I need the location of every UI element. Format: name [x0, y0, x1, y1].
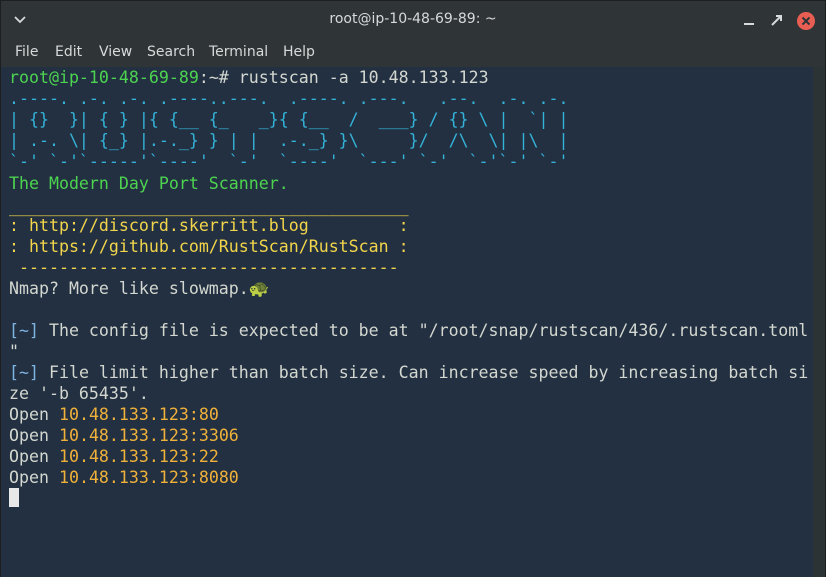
prompt-separator: :~# [198, 68, 239, 87]
rule-top: ________________________________________ [9, 197, 409, 216]
open-label: Open [9, 426, 49, 445]
open-label: Open [9, 468, 49, 487]
command-line: root@ip-10-48-69-89:~# rustscan -a 10.48… [9, 67, 489, 88]
tagline: The Modern Day Port Scanner. [9, 174, 289, 193]
menu-help[interactable]: Help [283, 44, 315, 60]
terminal-output[interactable]: root@ip-10-48-69-89:~# rustscan -a 10.48… [1, 67, 813, 577]
open-port-line: Open 10.48.133.123:8080 [9, 467, 239, 488]
close-icon [801, 16, 811, 26]
open-label: Open [9, 447, 49, 466]
open-port: 10.48.133.123:3306 [58, 426, 239, 445]
nmap-quip: Nmap? More like slowmap.🐢 [9, 278, 269, 299]
discord-link: : http://discord.skerritt.blog : [9, 216, 409, 235]
file-limit-wrap: ze '-b 65435'. [9, 384, 149, 403]
open-port: 10.48.133.123:80 [58, 405, 219, 424]
nmap-text: Nmap? More like slowmap. [9, 279, 249, 298]
command-text: rustscan -a 10.48.133.123 [238, 68, 489, 87]
scrollbar[interactable] [813, 67, 825, 577]
title-bar[interactable]: root@ip-10-48-69-89: ~ [1, 1, 825, 39]
menu-terminal[interactable]: Terminal [209, 44, 268, 60]
open-port: 10.48.133.123:8080 [58, 468, 239, 487]
info-text: File limit higher than batch size. Can i… [38, 363, 809, 382]
open-label: Open [9, 405, 49, 424]
menu-file[interactable]: File [15, 44, 38, 60]
file-limit-line: [~] File limit higher than batch size. C… [9, 362, 808, 383]
close-button[interactable] [797, 12, 815, 30]
info-tag: [~] [9, 363, 39, 382]
minimize-icon[interactable] [740, 12, 758, 30]
turtle-icon: 🐢 [248, 279, 270, 298]
menu-view[interactable]: View [99, 44, 132, 60]
banner-line: | {} }| { } |{ {__ {_ _}{ {__ / ___} / {… [9, 110, 569, 129]
open-port-line: Open 10.48.133.123:80 [9, 404, 219, 425]
open-port-line: Open 10.48.133.123:3306 [9, 425, 239, 446]
prompt-user: root@ip-10-48-69-89 [9, 68, 199, 87]
info-text: The config file is expected to be at "/r… [38, 321, 809, 340]
rule-bottom: -------------------------------------- [9, 258, 399, 277]
banner-line: .----. .-. .-. .----..---. .----. .---. … [9, 89, 569, 108]
github-link: : https://github.com/RustScan/RustScan : [9, 237, 409, 256]
maximize-icon[interactable] [768, 12, 786, 30]
menu-bar: File Edit View Search Terminal Help [1, 39, 825, 67]
terminal-window: root@ip-10-48-69-89: ~ File Edit View Se… [0, 0, 826, 577]
text-cursor [9, 488, 19, 507]
config-info-wrap: " [9, 342, 19, 361]
open-port: 10.48.133.123:22 [58, 447, 219, 466]
window-title: root@ip-10-48-69-89: ~ [329, 11, 497, 27]
info-tag: [~] [9, 321, 39, 340]
menu-edit[interactable]: Edit [55, 44, 82, 60]
config-info-line: [~] The config file is expected to be at… [9, 320, 808, 341]
banner-line: | .-. \| {_} |.-._} } | | .-._} }\ }/ /\… [9, 131, 569, 150]
open-port-line: Open 10.48.133.123:22 [9, 446, 219, 467]
menu-search[interactable]: Search [147, 44, 195, 60]
banner-line: `-' `-'`-----'`----' `-' `----' `---' `-… [9, 152, 569, 171]
